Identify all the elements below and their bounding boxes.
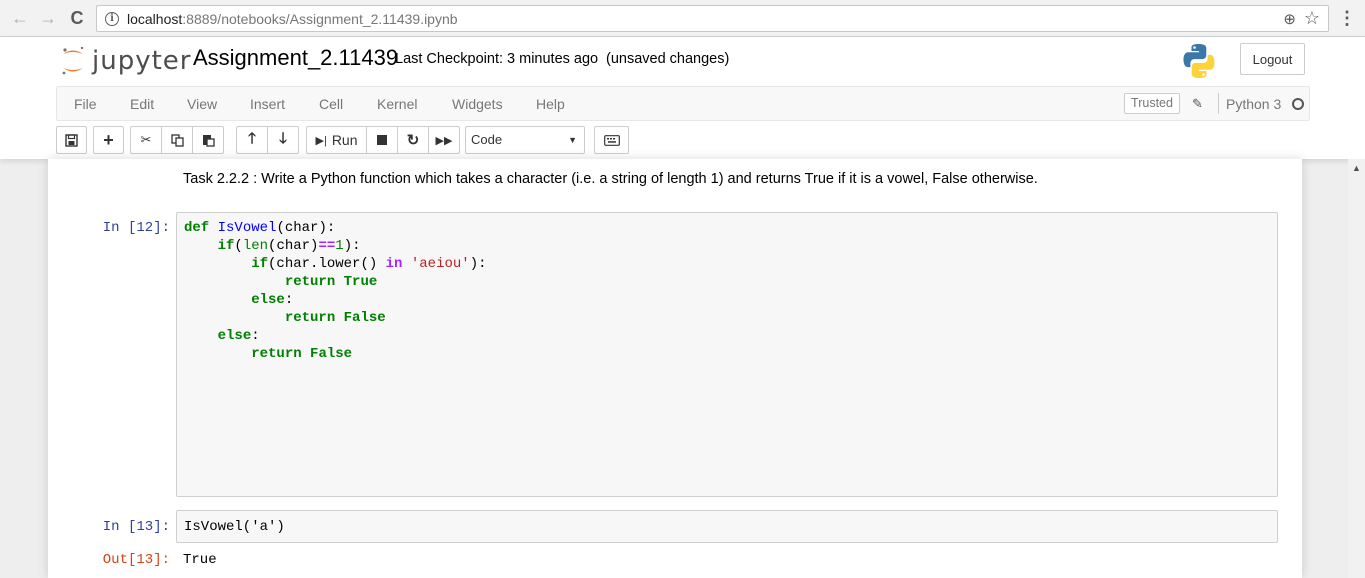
restart-icon: ↻ [406, 132, 420, 149]
menubar: File Edit View Insert Cell Kernel Widget… [56, 86, 1310, 121]
trusted-badge[interactable]: Trusted [1124, 93, 1180, 114]
markdown-cell[interactable]: Task 2.2.2 : Write a Python function whi… [183, 171, 1038, 187]
browser-menu-icon[interactable]: ⋮ [1338, 7, 1356, 29]
menu-help[interactable]: Help [536, 96, 565, 112]
vertical-scrollbar[interactable]: ▲ [1348, 159, 1365, 578]
input-prompt: In [13]: [102, 519, 170, 535]
notebook-toolbar: + ✂ 🡑 🡓 ▶| Run ↻ ▶▶ Code ▼ [56, 126, 1310, 156]
command-palette-button[interactable] [594, 126, 629, 154]
save-icon [65, 133, 78, 147]
restart-button[interactable]: ↻ [397, 126, 429, 154]
menu-view[interactable]: View [187, 96, 217, 112]
move-up-button[interactable]: 🡑 [236, 126, 268, 154]
notebook-container: Task 2.2.2 : Write a Python function whi… [48, 159, 1302, 578]
save-button[interactable] [56, 126, 87, 154]
url-host: localhost [127, 11, 183, 27]
address-bar[interactable]: i localhost:8889/notebooks/Assignment_2.… [96, 5, 1329, 32]
forward-arrow-icon[interactable]: → [36, 6, 60, 30]
arrow-up-icon: 🡑 [248, 129, 256, 147]
cell-type-value: Code [471, 132, 503, 147]
code-cell-editor[interactable]: IsVowel('a') [176, 510, 1278, 543]
cell-output: True [183, 552, 217, 568]
jupyter-logo-icon [62, 46, 84, 75]
menu-file[interactable]: File [74, 96, 97, 112]
scissors-icon: ✂ [140, 132, 152, 147]
run-label: Run [331, 132, 358, 148]
dropdown-caret-icon: ▼ [568, 135, 577, 145]
url-text[interactable]: localhost:8889/notebooks/Assignment_2.11… [127, 11, 458, 27]
reload-icon[interactable]: C [65, 6, 89, 30]
move-down-button[interactable]: 🡓 [267, 126, 299, 154]
logout-button[interactable]: Logout [1240, 43, 1305, 75]
paste-button[interactable] [192, 126, 224, 154]
unsaved-indicator: (unsaved changes) [606, 51, 730, 67]
menu-edit[interactable]: Edit [130, 96, 154, 112]
menu-cell[interactable]: Cell [319, 96, 343, 112]
menu-widgets[interactable]: Widgets [452, 96, 503, 112]
input-prompt: In [12]: [102, 220, 170, 236]
insert-cell-button[interactable]: + [93, 126, 124, 154]
notebook-title[interactable]: Assignment_2.11439 [193, 45, 398, 71]
menu-insert[interactable]: Insert [250, 96, 285, 112]
back-arrow-icon[interactable]: ← [8, 6, 32, 30]
plus-icon: + [103, 129, 114, 150]
run-button[interactable]: ▶| Run [306, 126, 367, 154]
copy-button[interactable] [161, 126, 193, 154]
cell-type-select[interactable]: Code ▼ [465, 126, 585, 154]
kernel-idle-indicator-icon [1292, 98, 1304, 110]
browser-toolbar: ← → C i localhost:8889/notebooks/Assignm… [0, 0, 1365, 37]
checkpoint-status: Last Checkpoint: 3 minutes ago [395, 51, 599, 67]
cut-button[interactable]: ✂ [130, 126, 162, 154]
kernel-name: Python 3 [1226, 96, 1282, 112]
bookmark-star-icon[interactable]: ☆ [1304, 8, 1320, 29]
zoom-icon[interactable]: ⊕ [1283, 10, 1296, 28]
keyboard-icon [603, 134, 620, 146]
copy-icon [170, 133, 184, 147]
arrow-down-icon: 🡓 [279, 129, 287, 147]
info-icon[interactable]: i [105, 12, 119, 26]
menu-kernel[interactable]: Kernel [377, 96, 417, 112]
jupyter-header: jupyter Assignment_2.11439 Last Checkpoi… [0, 37, 1365, 159]
step-forward-icon: ▶| [315, 134, 327, 147]
restart-run-all-button[interactable]: ▶▶ [428, 126, 460, 154]
scroll-up-arrow-icon[interactable]: ▲ [1352, 163, 1361, 173]
interrupt-button[interactable] [366, 126, 398, 154]
fast-forward-icon: ▶▶ [435, 134, 453, 147]
stop-icon [377, 135, 387, 145]
cell-code: IsVowel('a') [184, 519, 285, 535]
jupyter-logo[interactable]: jupyter [60, 43, 191, 79]
output-prompt: Out[13]: [102, 552, 170, 568]
paste-icon [202, 134, 215, 147]
kernel-divider [1218, 93, 1219, 114]
python-logo-icon [1183, 44, 1215, 78]
url-path: :8889/notebooks/Assignment_2.11439.ipynb [182, 11, 458, 27]
code-cell-editor[interactable]: def IsVowel(char): if(len(char)==1): if(… [176, 212, 1278, 497]
pencil-edit-icon[interactable]: ✎ [1192, 96, 1203, 112]
logo-text: jupyter [92, 46, 192, 76]
